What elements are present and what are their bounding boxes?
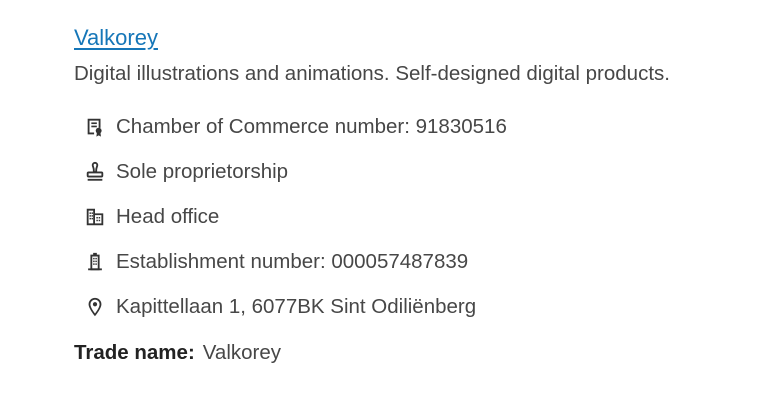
detail-text: Head office (116, 204, 220, 228)
detail-text: Chamber of Commerce number: 91830516 (116, 114, 507, 138)
detail-legal-form: Sole proprietorship (74, 149, 754, 194)
detail-establishment-number: Establishment number: 000057487839 (74, 239, 754, 284)
trade-name-value: Valkorey (202, 341, 282, 364)
detail-text: Kapittellaan 1, 6077BK Sint Odiliënberg (116, 294, 477, 318)
detail-office-type: Head office (74, 194, 754, 239)
location-pin-icon (84, 296, 106, 318)
trade-name-label: Trade name: (74, 341, 195, 364)
trade-name-row: Trade name: Valkorey (74, 339, 754, 367)
buildings-icon (84, 206, 106, 228)
detail-coc-number: Chamber of Commerce number: 91830516 (74, 104, 754, 149)
company-card: Valkorey Digital illustrations and anima… (74, 24, 754, 367)
company-description: Digital illustrations and animations. Se… (74, 62, 670, 85)
detail-address: Kapittellaan 1, 6077BK Sint Odiliënberg (74, 284, 754, 329)
detail-text: Sole proprietorship (116, 159, 289, 183)
certificate-icon (84, 116, 106, 138)
detail-text: Establishment number: 000057487839 (116, 249, 469, 273)
stamp-icon (84, 161, 106, 183)
company-details-list: Chamber of Commerce number: 91830516 Sol… (74, 104, 754, 329)
company-name-link[interactable]: Valkorey (74, 24, 158, 52)
building-icon (84, 251, 106, 273)
